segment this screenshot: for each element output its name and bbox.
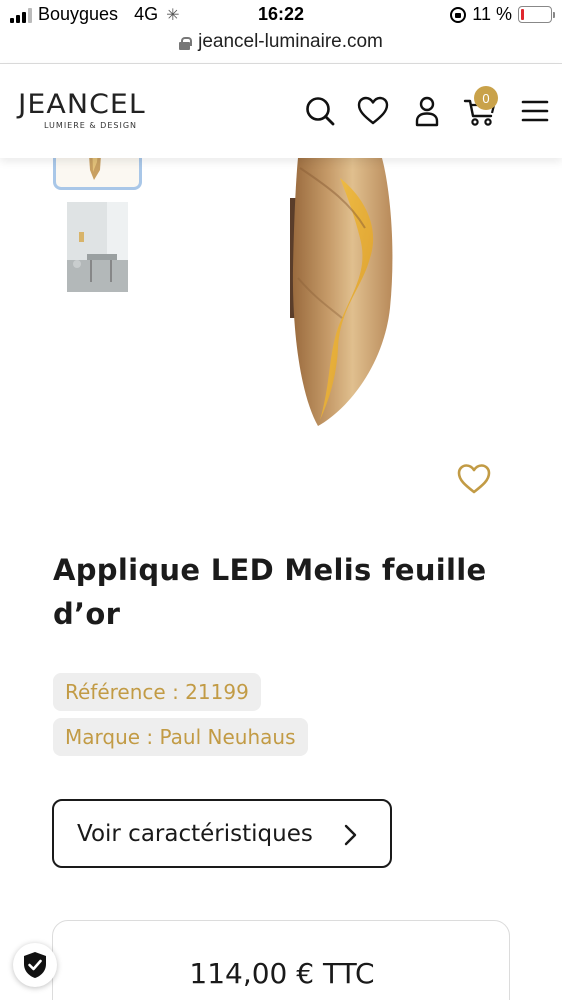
product-main-image[interactable] bbox=[190, 158, 520, 448]
lock-icon bbox=[179, 36, 193, 50]
battery-icon bbox=[518, 6, 555, 23]
hamburger-menu-icon[interactable] bbox=[518, 94, 552, 128]
trust-badge[interactable] bbox=[13, 943, 57, 987]
brand-badge[interactable]: Marque : Paul Neuhaus bbox=[53, 718, 308, 756]
site-header: JEANCEL LUMIERE & DESIGN 0 bbox=[0, 63, 562, 158]
rotation-lock-icon bbox=[450, 6, 467, 23]
product-title: Applique LED Melis feuille d’or bbox=[53, 553, 487, 631]
logo-tagline: LUMIERE & DESIGN bbox=[44, 121, 138, 130]
specs-button-label: Voir caractéristiques bbox=[77, 820, 313, 847]
site-logo[interactable]: JEANCEL LUMIERE & DESIGN bbox=[18, 89, 145, 130]
status-bar: Bouygues 4G ✳ 16:22 11 % bbox=[0, 0, 562, 30]
add-to-favorites-icon[interactable] bbox=[456, 462, 492, 496]
product-price: 114,00 € TTC bbox=[189, 957, 375, 990]
status-right: 11 % bbox=[450, 4, 555, 25]
chevron-right-icon bbox=[344, 824, 357, 846]
heart-icon[interactable] bbox=[356, 94, 390, 128]
address-bar[interactable]: jeancel-luminaire.com bbox=[0, 28, 562, 56]
battery-percent: 11 % bbox=[472, 4, 512, 24]
user-icon[interactable] bbox=[410, 94, 444, 128]
reference-badge: Référence : 21199 bbox=[53, 673, 261, 711]
price-card: 114,00 € TTC bbox=[52, 920, 510, 1000]
cart-count-badge: 0 bbox=[474, 86, 498, 110]
view-specifications-button[interactable]: Voir caractéristiques bbox=[52, 799, 392, 868]
url-text: jeancel-luminaire.com bbox=[198, 31, 383, 52]
logo-wordmark: JEANCEL bbox=[18, 89, 146, 120]
battery-level bbox=[521, 9, 525, 20]
room-thumbnail-image bbox=[67, 202, 128, 292]
search-icon[interactable] bbox=[303, 94, 337, 128]
shield-check-icon bbox=[24, 952, 46, 978]
thumbnail-room[interactable] bbox=[67, 202, 128, 292]
